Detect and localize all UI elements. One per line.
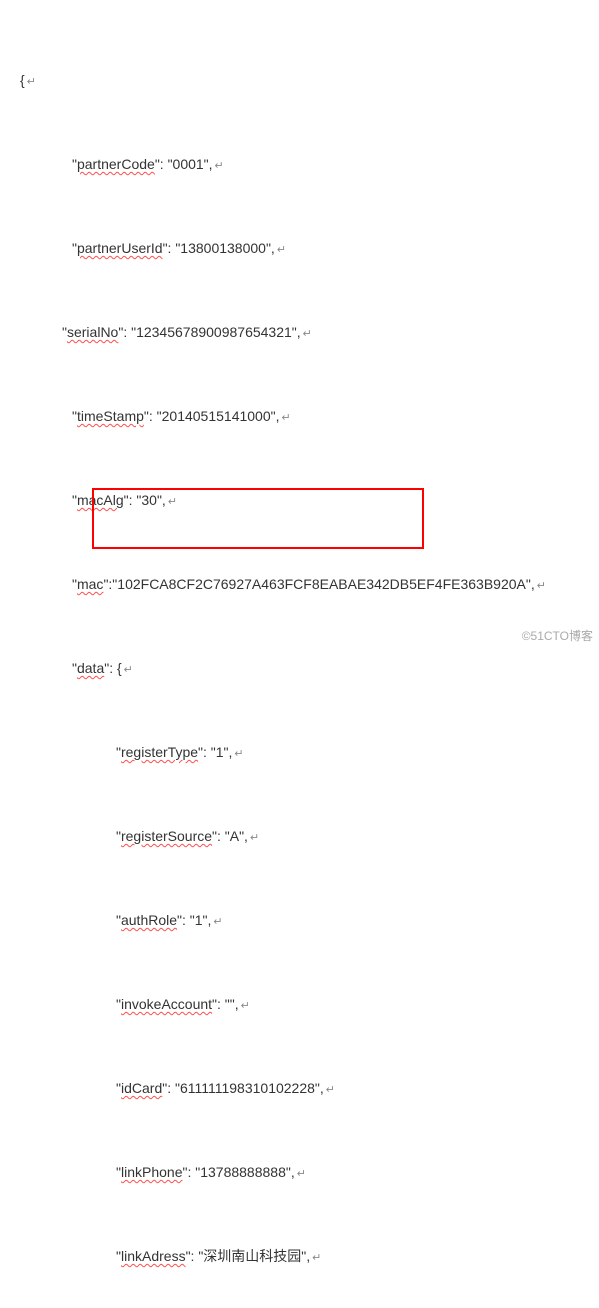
val-macAlg: "30", [136, 492, 165, 508]
line-data: "data": {↵ [20, 654, 599, 682]
val-timeStamp: "20140515141000", [157, 408, 280, 424]
line-registerType: "registerType": "1",↵ [20, 738, 599, 766]
line-open-brace: {↵ [20, 66, 599, 94]
val-mac: :"102FCA8CF2C76927A463FCF8EABAE342DB5EF4… [108, 576, 534, 592]
val-linkAdress: "深圳南山科技园", [198, 1248, 310, 1264]
key-authRole: authRole [121, 912, 177, 928]
return-icon: ↵ [234, 748, 243, 760]
line-invokeAccount: "invokeAccount": "",↵ [20, 990, 599, 1018]
return-icon: ↵ [312, 1252, 321, 1264]
val-registerSource: "A", [225, 828, 248, 844]
key-data: data [77, 660, 104, 676]
line-mac: "mac":"102FCA8CF2C76927A463FCF8EABAE342D… [20, 570, 599, 598]
key-linkAdress: linkAdress [121, 1248, 186, 1264]
return-icon: ↵ [537, 580, 546, 592]
val-authRole: "1", [190, 912, 212, 928]
return-icon: ↵ [27, 76, 36, 88]
val-serialNo: "12345678900987654321", [131, 324, 301, 340]
val-idCard: "611111198310102228", [175, 1080, 324, 1096]
json-code-block: {↵ "partnerCode": "0001",↵ "partnerUserI… [20, 10, 599, 1308]
brace: { [20, 72, 25, 88]
return-icon: ↵ [303, 328, 312, 340]
key-partnerUserId: partnerUserId [77, 240, 163, 256]
val-partnerCode: "0001", [168, 156, 213, 172]
line-linkAdress: "linkAdress": "深圳南山科技园",↵ [20, 1242, 599, 1270]
val-partnerUserId: "13800138000", [175, 240, 274, 256]
key-idCard: idCard [121, 1080, 162, 1096]
key-partnerCode: partnerCode [77, 156, 155, 172]
watermark-text: ©51CTO博客 [522, 624, 593, 648]
return-icon: ↵ [215, 160, 224, 172]
return-icon: ↵ [277, 244, 286, 256]
return-icon: ↵ [326, 1084, 335, 1096]
line-registerSource: "registerSource": "A",↵ [20, 822, 599, 850]
return-icon: ↵ [282, 412, 291, 424]
line-timeStamp: "timeStamp": "20140515141000",↵ [20, 402, 599, 430]
key-timeStamp: timeStamp [77, 408, 144, 424]
return-icon: ↵ [124, 664, 133, 676]
line-partnerCode: "partnerCode": "0001",↵ [20, 150, 599, 178]
line-serialNo: "serialNo": "12345678900987654321",↵ [20, 318, 599, 346]
key-registerSource: registerSource [121, 828, 212, 844]
return-icon: ↵ [213, 916, 222, 928]
line-linkPhone: "linkPhone": "13788888888",↵ [20, 1158, 599, 1186]
val-registerType: "1", [211, 744, 233, 760]
key-mac: mac [77, 576, 103, 592]
return-icon: ↵ [168, 496, 177, 508]
val-data: { [117, 660, 122, 676]
line-macAlg: "macAlg": "30",↵ [20, 486, 599, 514]
key-serialNo: serialNo [67, 324, 118, 340]
line-partnerUserId: "partnerUserId": "13800138000",↵ [20, 234, 599, 262]
val-invokeAccount: "", [225, 996, 239, 1012]
key-invokeAccount: invokeAccount [121, 996, 212, 1012]
line-idCard: "idCard": "611111198310102228",↵ [20, 1074, 599, 1102]
key-macAlg: macAlg [77, 492, 124, 508]
line-authRole: "authRole": "1",↵ [20, 906, 599, 934]
return-icon: ↵ [250, 832, 259, 844]
key-registerType: registerType [121, 744, 198, 760]
return-icon: ↵ [297, 1168, 306, 1180]
key-linkPhone: linkPhone [121, 1164, 183, 1180]
return-icon: ↵ [241, 1000, 250, 1012]
val-linkPhone: "13788888888", [195, 1164, 294, 1180]
